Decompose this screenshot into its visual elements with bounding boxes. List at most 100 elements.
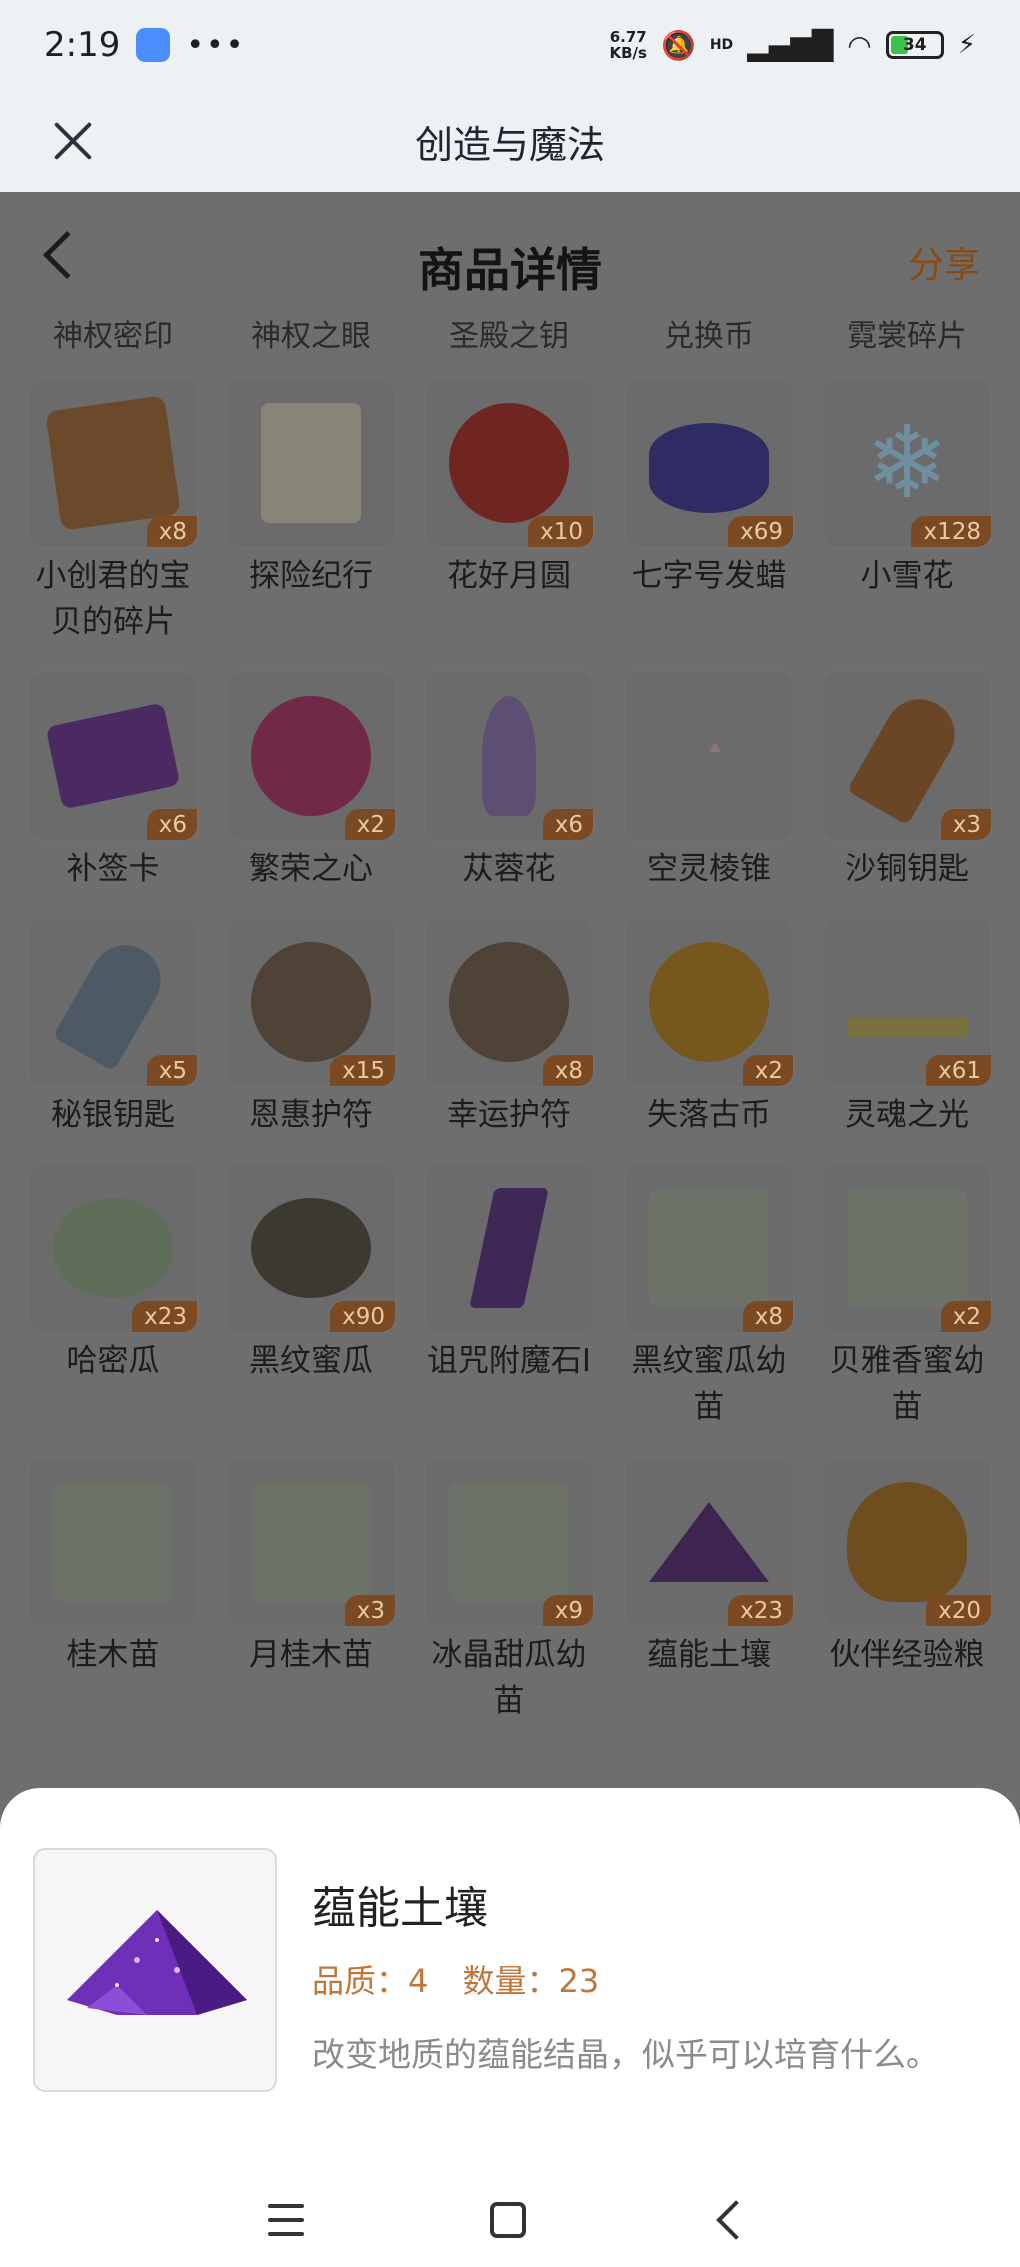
coin-icon (649, 942, 769, 1062)
detail-quality: 品质：4 (312, 1962, 429, 2000)
item-count: x61 (926, 1055, 991, 1086)
item-thumb: x3 (227, 1458, 395, 1626)
item-thumb: ❄ x128 (823, 379, 991, 547)
item-count: x2 (344, 809, 395, 840)
item-count: x20 (926, 1595, 991, 1626)
item-count: x6 (146, 809, 197, 840)
item-count: x8 (542, 1055, 593, 1086)
item-count: x90 (330, 1301, 395, 1332)
net-speed: 6.77 KB/s (609, 28, 647, 62)
grid-item[interactable]: x69 七字号发蜡 (619, 379, 799, 599)
seed-bag-icon (53, 1482, 173, 1602)
item-count: x8 (742, 1301, 793, 1332)
system-nav-bar (0, 2160, 1020, 2267)
grid-item[interactable]: x61 灵魂之光 (817, 918, 997, 1138)
category-label[interactable]: 兑换币 (619, 317, 799, 355)
grid-item[interactable]: x6 苁蓉花 (419, 672, 599, 892)
grid-item[interactable]: x3 沙铜钥匙 (817, 672, 997, 892)
item-thumb: x3 (823, 672, 991, 840)
grid-item[interactable]: x8 黑纹蜜瓜幼苗 (619, 1164, 799, 1430)
item-thumb: x8 (425, 918, 593, 1086)
app-notification-icon (136, 28, 171, 62)
category-label[interactable]: 神权之眼 (221, 317, 401, 355)
snowflake-icon: ❄ (865, 404, 949, 521)
item-thumb: x8 (29, 379, 197, 547)
grid-item[interactable]: x9 冰晶甜瓜幼苗 (419, 1458, 599, 1724)
category-label[interactable]: 神权密印 (23, 317, 203, 355)
grid-item[interactable]: 桂木苗 (23, 1458, 203, 1678)
grid-item[interactable]: x2 贝雅香蜜幼苗 (817, 1164, 997, 1430)
grid-item[interactable]: x15 恩惠护符 (221, 918, 401, 1138)
item-name: 冰晶甜瓜幼苗 (431, 1637, 587, 1719)
bronze-key-icon (846, 686, 968, 826)
seed-bag-icon (449, 1482, 569, 1602)
item-count: x23 (728, 1595, 793, 1626)
item-thumb: x6 (425, 672, 593, 840)
item-name: 花好月圆 (447, 558, 571, 594)
item-name: 失落古币 (647, 1097, 771, 1133)
item-count: x6 (542, 809, 593, 840)
grid-item[interactable]: x23 哈密瓜 (23, 1164, 203, 1384)
item-count: x128 (911, 516, 991, 547)
item-name: 哈密瓜 (66, 1343, 160, 1379)
grid-item[interactable]: x23 蕴能土壤 (619, 1458, 799, 1678)
grid-item[interactable]: x2 繁荣之心 (221, 672, 401, 892)
item-name: 沙铜钥匙 (845, 851, 969, 887)
item-thumb: x23 (625, 1458, 793, 1626)
silver-key-icon (52, 932, 174, 1072)
status-bar: 2:19 ••• 6.77 KB/s 🔕 HD ▂▄▆█ ◠ 34 ⚡ (0, 0, 1020, 90)
heart-gem-icon (251, 696, 371, 816)
category-row: 神权密印 神权之眼 圣殿之钥 兑换币 霓裳碎片 (0, 317, 1020, 357)
item-name: 小创君的宝贝的碎片 (35, 558, 191, 640)
grid-item[interactable]: x5 秘银钥匙 (23, 918, 203, 1138)
item-thumb: x15 (227, 918, 395, 1086)
grid-item[interactable]: x20 伙伴经验粮 (817, 1458, 997, 1678)
grid-item[interactable]: ❄ x128 小雪花 (817, 379, 997, 599)
detail-thumb (33, 1848, 277, 2092)
item-name: 探险纪行 (249, 558, 373, 594)
home-icon[interactable] (490, 2202, 526, 2238)
menu-icon[interactable] (268, 2204, 304, 2236)
item-count: x8 (146, 516, 197, 547)
grid-item[interactable]: x3 月桂木苗 (221, 1458, 401, 1678)
seed-bag-icon (847, 1188, 967, 1308)
item-name: 苁蓉花 (462, 851, 556, 887)
grid-item[interactable]: 空灵棱锥 (619, 672, 799, 892)
category-label[interactable]: 霓裳碎片 (817, 317, 997, 355)
close-icon[interactable] (50, 118, 96, 164)
striped-melon-icon (251, 1198, 371, 1298)
share-button[interactable]: 分享 (908, 236, 980, 288)
item-name: 空灵棱锥 (647, 851, 771, 887)
grid-item[interactable]: x8 小创君的宝贝的碎片 (23, 379, 203, 645)
app-title: 创造与魔法 (414, 122, 605, 167)
grid-item[interactable]: 诅咒附魔石Ⅰ (419, 1164, 599, 1384)
category-label[interactable]: 圣殿之钥 (419, 317, 599, 355)
item-name: 月桂木苗 (249, 1637, 373, 1673)
amulet-icon (251, 942, 371, 1062)
grid-item[interactable]: x90 黑纹蜜瓜 (221, 1164, 401, 1384)
flower-icon (482, 696, 536, 816)
item-thumb: x69 (625, 379, 793, 547)
battery-icon: 34 (885, 31, 944, 59)
mute-icon: 🔕 (660, 28, 696, 62)
signal-icon: ▂▄▆█ (747, 28, 834, 62)
ticket-icon (45, 702, 181, 810)
detail-meta: 品质：4 数量：23 (312, 1956, 623, 2002)
grid-item[interactable]: x6 补签卡 (23, 672, 203, 892)
puzzle-icon (45, 395, 181, 531)
item-name: 小雪花 (860, 558, 954, 594)
seed-bag-icon (251, 1482, 371, 1602)
soil-icon (649, 1502, 769, 1582)
item-name: 黑纹蜜瓜幼苗 (631, 1343, 787, 1425)
seed-bag-icon (649, 1188, 769, 1308)
back-icon[interactable] (716, 2200, 756, 2240)
item-thumb: x23 (29, 1164, 197, 1332)
grid-item[interactable]: x2 失落古币 (619, 918, 799, 1138)
grid-item[interactable]: x10 花好月圆 (419, 379, 599, 599)
grid-item[interactable]: x8 幸运护符 (419, 918, 599, 1138)
item-name: 桂木苗 (66, 1637, 160, 1673)
network-type: HD (709, 37, 734, 53)
item-count: x69 (728, 516, 793, 547)
item-thumb: x20 (823, 1458, 991, 1626)
grid-item[interactable]: 探险纪行 (221, 379, 401, 599)
